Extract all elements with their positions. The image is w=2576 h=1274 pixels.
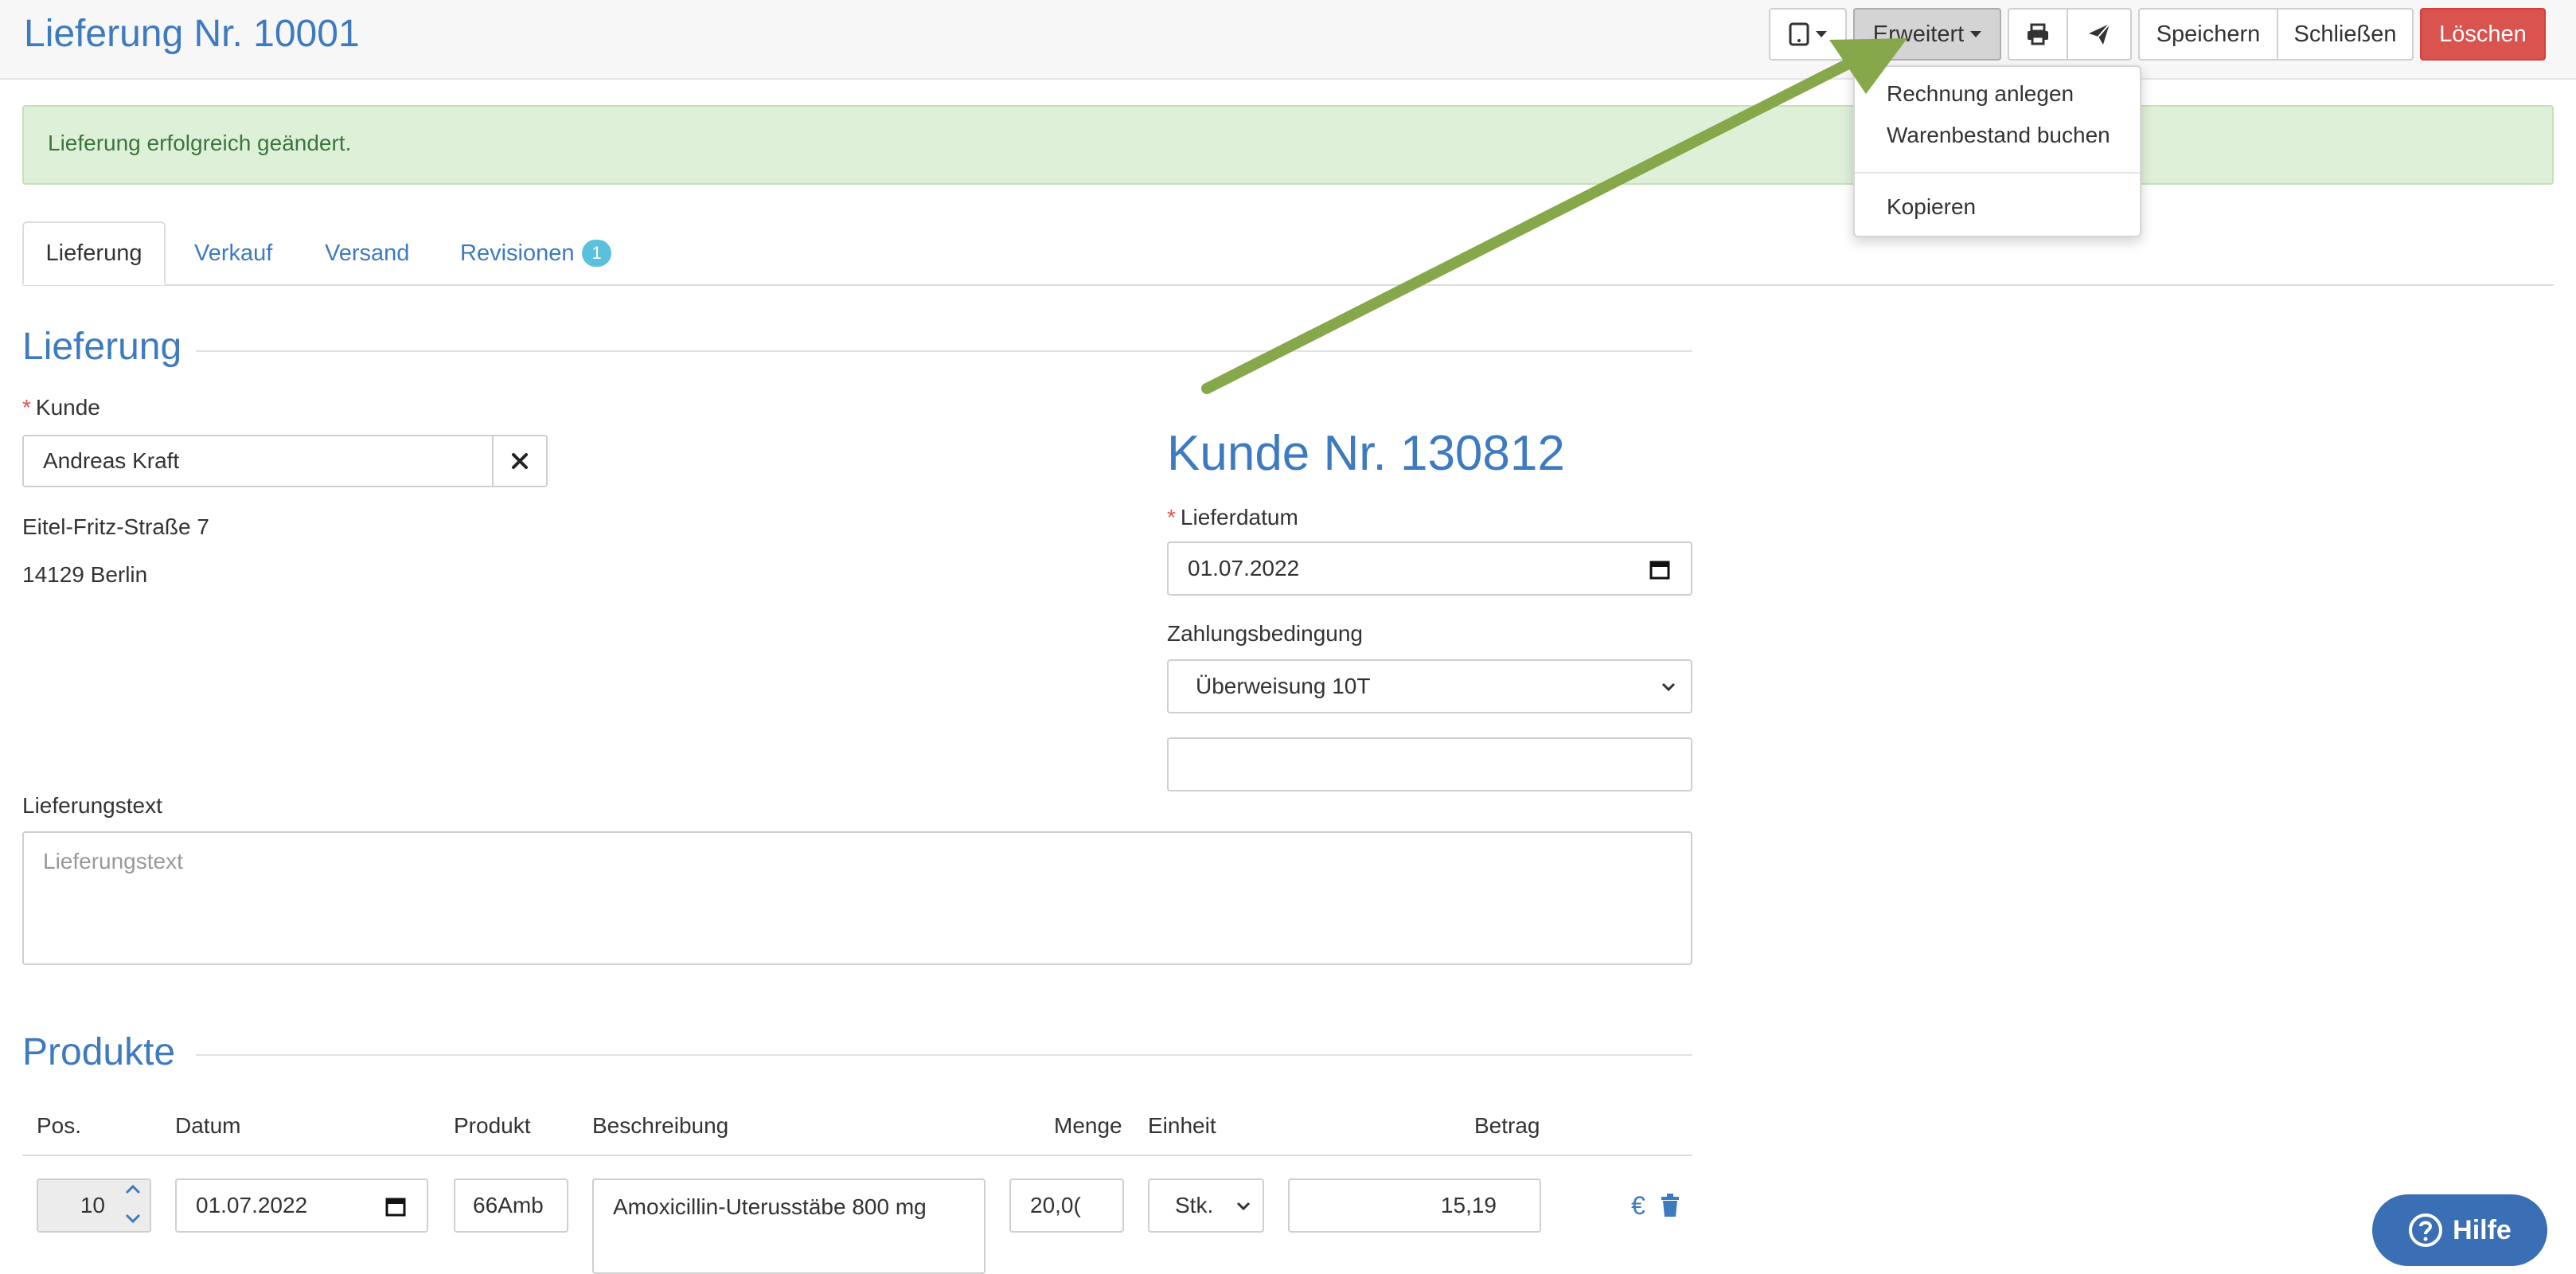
erweitert-button[interactable]: Erweitert (1853, 8, 2001, 61)
send-button[interactable] (2067, 8, 2132, 61)
erweitert-dropdown-menu: Rechnung anlegen Warenbestand buchen Kop… (1853, 65, 2141, 237)
calendar-icon (385, 1198, 406, 1217)
column-header-beschreibung: Beschreibung (592, 1113, 729, 1138)
page-title: Lieferung Nr. 10001 (24, 13, 360, 55)
lieferungstext-placeholder: Lieferungstext (43, 849, 183, 873)
menge-input[interactable]: 20,0( (1009, 1178, 1124, 1233)
section-divider (196, 1054, 1692, 1056)
delete-button[interactable]: Löschen (2420, 8, 2546, 61)
betrag-value: 15,19 (1440, 1193, 1497, 1217)
column-header-datum: Datum (175, 1113, 241, 1138)
column-header-einheit: Einheit (1148, 1113, 1216, 1138)
send-icon (2089, 23, 2110, 45)
trash-icon[interactable] (1656, 1190, 1684, 1221)
datum-input[interactable]: 01.07.2022 (175, 1178, 428, 1233)
question-circle-icon (2409, 1213, 2443, 1247)
table-header-divider (22, 1155, 1692, 1156)
betrag-input[interactable]: 15,19 (1288, 1178, 1541, 1233)
stepper-up-icon[interactable] (124, 1183, 142, 1196)
einheit-select[interactable]: Stk. (1148, 1178, 1264, 1233)
lieferdatum-input[interactable]: 01.07.2022 (1167, 541, 1692, 596)
chevron-down-icon (1661, 682, 1676, 692)
success-alert: Lieferung erfolgreich geändert. (22, 105, 2554, 185)
required-mark: * (1167, 505, 1176, 530)
required-mark: * (22, 395, 31, 420)
menu-item-warenbestand-buchen[interactable]: Warenbestand buchen (1887, 123, 2110, 148)
extra-input[interactable] (1167, 737, 1692, 791)
lieferungstext-textarea[interactable]: Lieferungstext (22, 831, 1692, 965)
column-header-produkt: Produkt (454, 1113, 531, 1138)
tab-revisionen-label: Revisionen (460, 240, 575, 266)
close-button[interactable]: Schließen (2277, 8, 2414, 61)
print-icon (2028, 23, 2048, 45)
menu-item-kopieren[interactable]: Kopieren (1887, 194, 1976, 220)
lieferungstext-label: Lieferungstext (22, 793, 162, 818)
datum-value: 01.07.2022 (196, 1193, 308, 1217)
lieferung-section-title: Lieferung (22, 326, 182, 368)
lieferdatum-label: * Lieferdatum (1167, 505, 1298, 530)
section-divider (196, 350, 1692, 352)
menu-divider (1855, 172, 2140, 174)
help-label: Hilfe (2453, 1214, 2512, 1245)
address-street: Eitel-Fritz-Straße 7 (22, 514, 209, 539)
stepper-down-icon[interactable] (124, 1212, 142, 1225)
produkt-input[interactable]: 66Amb (454, 1178, 568, 1233)
column-header-menge: Menge (1054, 1113, 1122, 1138)
euro-icon[interactable]: € (1624, 1190, 1653, 1221)
kunde-label: * Kunde (22, 395, 100, 420)
chevron-down-icon (1816, 31, 1827, 37)
beschreibung-textarea[interactable]: Amoxicillin-Uterusstäbe 800 mg (592, 1178, 986, 1274)
calendar-icon (1649, 561, 1670, 580)
top-bar: Lieferung Nr. 10001 Erweitert Speichern … (0, 0, 2576, 80)
address-city: 14129 Berlin (22, 562, 148, 587)
tab-lieferung[interactable]: Lieferung (22, 221, 166, 285)
kunde-number-heading: Kunde Nr. 130812 (1167, 426, 1565, 481)
erweitert-label: Erweitert (1872, 21, 1965, 47)
tab-revisionen[interactable]: Revisionen 1 (460, 221, 611, 285)
lieferdatum-value: 01.07.2022 (1188, 556, 1300, 580)
save-button[interactable]: Speichern (2138, 8, 2278, 61)
chevron-down-icon (1970, 31, 1982, 37)
zahlung-select[interactable]: Überweisung 10T (1167, 659, 1692, 713)
lieferdatum-label-text: Lieferdatum (1180, 505, 1298, 530)
tab-versand[interactable]: Versand (325, 221, 409, 285)
tab-verkauf[interactable]: Verkauf (194, 221, 272, 285)
kunde-field[interactable]: Andreas Kraft (22, 435, 494, 487)
column-header-pos: Pos. (37, 1113, 82, 1138)
clear-kunde-button[interactable] (492, 435, 548, 487)
kunde-label-text: Kunde (35, 395, 100, 420)
chevron-down-icon (1236, 1202, 1251, 1211)
produkte-section-title: Produkte (22, 1031, 176, 1073)
column-header-betrag: Betrag (1474, 1113, 1540, 1138)
zahlung-label: Zahlungsbedingung (1167, 621, 1363, 646)
revisions-count-badge: 1 (582, 240, 611, 267)
alert-text: Lieferung erfolgreich geändert. (48, 131, 352, 155)
zahlung-value: Überweisung 10T (1196, 674, 1371, 698)
device-view-button[interactable] (1769, 8, 1847, 61)
tablet-icon (1789, 22, 1809, 46)
help-button[interactable]: Hilfe (2372, 1194, 2547, 1266)
close-icon (512, 453, 528, 469)
einheit-value: Stk. (1175, 1193, 1214, 1217)
print-button[interactable] (2008, 8, 2068, 61)
pos-value: 10 (80, 1193, 105, 1217)
menu-item-rechnung-anlegen[interactable]: Rechnung anlegen (1887, 81, 2074, 107)
